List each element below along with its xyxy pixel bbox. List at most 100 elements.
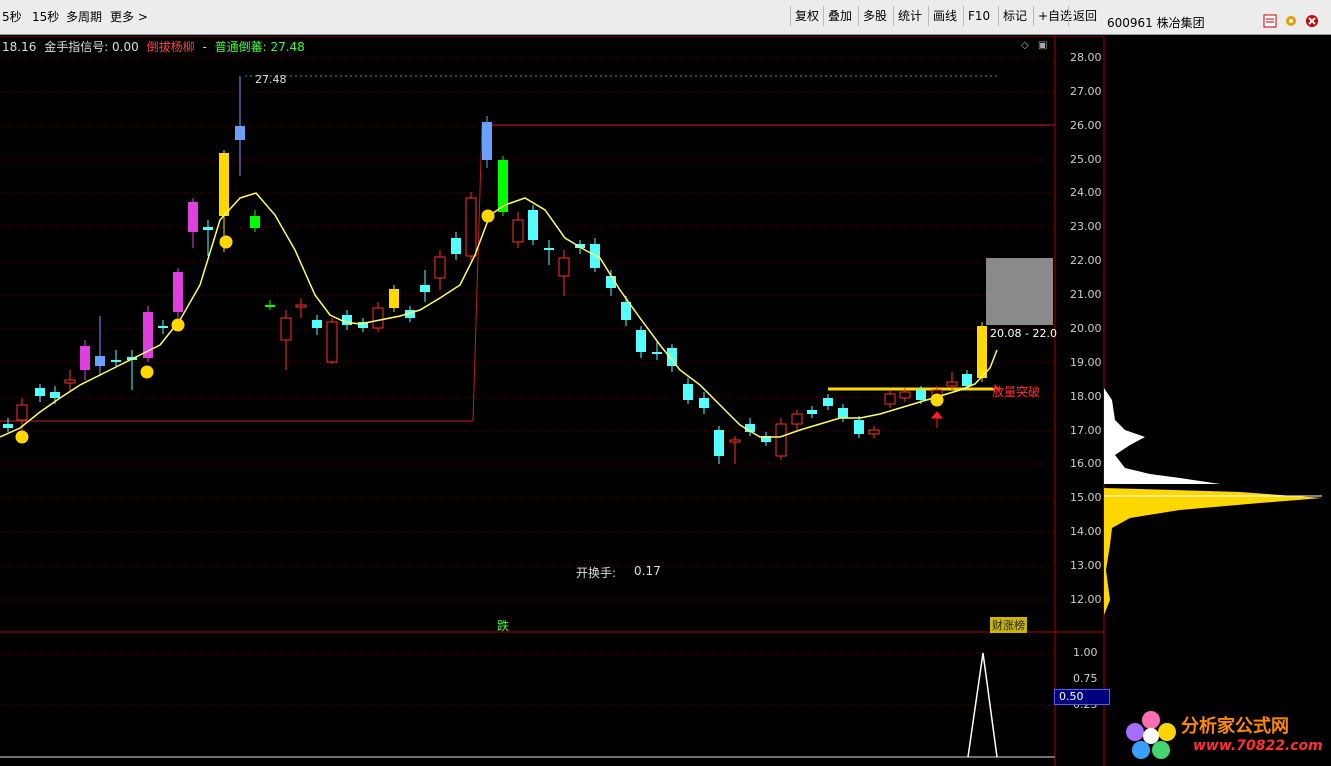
stock-title: 600961 株冶集团 <box>1107 16 1205 30</box>
price-tick: 24.00 <box>1070 186 1102 199</box>
resistance-step-line <box>0 124 1055 422</box>
grid-lines <box>0 57 1055 706</box>
high-price-label: 27.48 <box>255 73 287 86</box>
price-tick: 23.00 <box>1070 220 1102 233</box>
kline-chart <box>0 36 1322 766</box>
candle-body <box>775 423 787 457</box>
logo-text: 分析家公式网 <box>1181 716 1289 737</box>
candle-body <box>219 153 229 216</box>
price-tick: 22.00 <box>1070 254 1102 267</box>
site-logo: 分析家公式网 www.70822.com <box>1123 708 1323 764</box>
candle-body <box>699 398 709 408</box>
candle-body <box>95 356 105 366</box>
period-15s-button[interactable]: 15秒 <box>32 8 59 25</box>
candles <box>3 76 987 464</box>
candle-body <box>250 216 260 228</box>
candle-body <box>295 304 307 308</box>
price-tick: 28.00 <box>1070 51 1102 64</box>
indicator-current-value: 0.50 <box>1054 689 1110 705</box>
candle-body <box>854 420 864 434</box>
price-tick: 18.00 <box>1070 390 1102 403</box>
price-tick: 21.00 <box>1070 288 1102 301</box>
candle-body <box>342 315 352 325</box>
breakout-label: 放量突破 <box>992 385 1041 399</box>
candle-body <box>188 202 198 232</box>
candle-body <box>884 393 896 405</box>
candle-body <box>312 320 322 328</box>
candle-body <box>544 248 554 250</box>
period-5s-button[interactable]: 5秒 <box>2 8 22 25</box>
candle-body <box>80 346 90 370</box>
candle-body <box>434 256 446 279</box>
candle-body <box>946 381 958 387</box>
multi-stock-button[interactable]: 多股 <box>858 6 891 26</box>
price-tick: 26.00 <box>1070 119 1102 132</box>
volume-profile <box>1104 388 1220 484</box>
fuquan-button[interactable]: 复权 <box>790 6 823 26</box>
close-icon[interactable] <box>1305 14 1319 28</box>
candle-body <box>714 430 724 456</box>
candle-body <box>111 360 121 362</box>
candle-body <box>265 305 275 307</box>
candle-body <box>420 285 430 292</box>
candle-body <box>899 391 911 399</box>
candle-body <box>3 424 13 428</box>
indicator-tick: 0.75 <box>1073 672 1098 685</box>
candle-body <box>652 352 662 354</box>
logo-url: www.70822.com <box>1193 738 1323 754</box>
candle-body <box>451 238 461 254</box>
candle-body <box>636 330 646 352</box>
candle-body <box>977 326 987 378</box>
price-tick: 20.00 <box>1070 322 1102 335</box>
target-range-label: 20.08 - 22.0 <box>990 327 1057 340</box>
target-range-box <box>986 258 1053 325</box>
candle-body <box>235 126 245 140</box>
candle-body <box>807 410 817 414</box>
price-tick: 13.00 <box>1070 559 1102 572</box>
toolbar: 5秒 15秒 多周期 更多 > 复权 叠加 多股 统计 画线 F10 标记 +自… <box>0 0 1331 35</box>
flower-logo-icon <box>1126 711 1176 759</box>
candle-body <box>838 408 848 418</box>
candle-body <box>50 392 60 398</box>
price-tick: 14.00 <box>1070 525 1102 538</box>
price-tick: 27.00 <box>1070 85 1102 98</box>
candle-body <box>465 197 477 257</box>
draw-line-button[interactable]: 画线 <box>928 6 961 26</box>
candle-body <box>64 379 76 384</box>
back-button[interactable]: 返回 <box>1068 6 1101 26</box>
candle-body <box>16 404 28 421</box>
candle-body <box>791 413 803 425</box>
candle-body <box>173 272 183 312</box>
turnover-value: 0.17 <box>634 564 661 578</box>
candle-body <box>35 388 45 396</box>
candle-body <box>482 122 492 160</box>
multi-period-button[interactable]: 多周期 <box>66 8 102 25</box>
candle-body <box>621 302 631 320</box>
candle-body <box>372 307 384 329</box>
candle-body <box>558 257 570 277</box>
candle-body <box>203 227 213 230</box>
candle-body <box>158 326 168 328</box>
candle-body <box>389 289 399 308</box>
mark-button[interactable]: 标记 <box>998 6 1031 26</box>
candle-body <box>868 429 880 435</box>
statistics-button[interactable]: 统计 <box>893 6 926 26</box>
price-tick: 16.00 <box>1070 457 1102 470</box>
candle-body <box>962 374 972 386</box>
fall-label: 跌 <box>497 619 510 633</box>
price-tick: 25.00 <box>1070 153 1102 166</box>
price-tick: 17.00 <box>1070 424 1102 437</box>
candle-body <box>528 210 538 240</box>
candle-body <box>729 439 741 443</box>
more-button[interactable]: 更多 > <box>110 8 148 25</box>
candle-body <box>326 321 338 363</box>
price-tick: 12.00 <box>1070 593 1102 606</box>
indicator-tick: 1.00 <box>1073 646 1098 659</box>
candle-body <box>512 219 524 243</box>
settings-icon[interactable] <box>1284 14 1298 28</box>
report-icon[interactable] <box>1263 14 1277 28</box>
turnover-label: 开换手: <box>576 566 617 580</box>
overlay-button[interactable]: 叠加 <box>823 6 856 26</box>
candle-body <box>683 384 693 400</box>
f10-button[interactable]: F10 <box>963 6 994 26</box>
